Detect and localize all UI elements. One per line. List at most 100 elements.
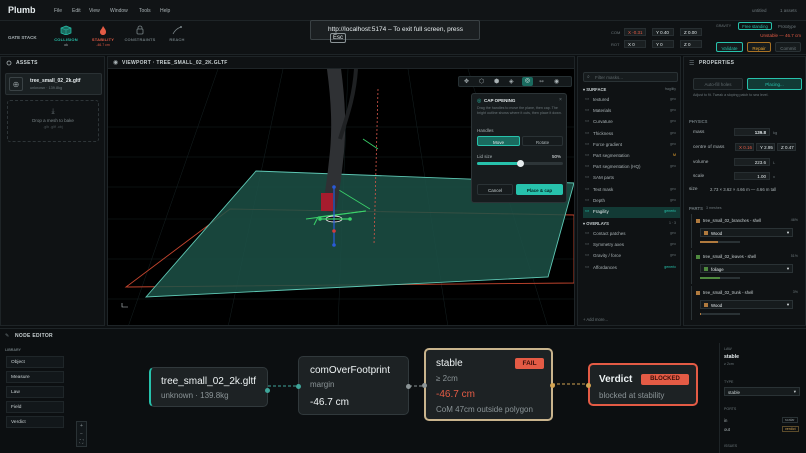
menu-bar: Plumb File Edit View Window Tools Help u… <box>0 0 806 21</box>
law-label: LAW <box>724 347 732 351</box>
part-item[interactable]: tree_small_02_leaves - shell 51% foliage ▾ <box>691 250 801 284</box>
node-object[interactable]: tree_small_02_2k.gltf unknown · 139.8kg <box>149 367 270 407</box>
part-share-bar <box>700 277 740 279</box>
scale-field[interactable]: 1.00 <box>734 172 770 180</box>
material-select[interactable]: Wood ▾ <box>700 300 793 309</box>
eye-toggle-icon[interactable]: ◉ <box>554 78 559 85</box>
node-measure-out-port[interactable] <box>406 384 411 389</box>
wireframe-icon[interactable]: ⬢ <box>494 78 499 85</box>
overlay-item-0[interactable]: ▭ Contact patches geo <box>583 229 680 240</box>
trunk-mesh[interactable] <box>323 69 346 212</box>
lid-size-slider[interactable] <box>477 160 563 167</box>
move-handle-button[interactable]: Move <box>477 136 520 146</box>
material-select[interactable]: Wood ▾ <box>700 228 793 237</box>
surface-item-9[interactable]: ▭ Depth geo <box>583 196 680 207</box>
material-select[interactable]: foliage ▾ <box>700 264 793 273</box>
asset-name: tree_small_02_2k.gltf <box>30 78 81 84</box>
part-pct: 46% <box>790 218 798 222</box>
gate-collision[interactable]: COLLISION ok <box>46 25 86 47</box>
gate-reach[interactable]: REACH <box>157 25 197 42</box>
filter-input[interactable]: ⌕ Filter masks... <box>583 72 678 82</box>
rot-y-field[interactable]: Y 0 <box>652 40 674 48</box>
cancel-button[interactable]: Cancel <box>477 184 513 195</box>
volume-field[interactable]: 223.6 <box>734 158 770 166</box>
validate-button[interactable]: Validate <box>716 42 743 52</box>
overlay-item-1[interactable]: ▭ Symmetry axes geo <box>583 240 680 251</box>
cube-view-icon[interactable]: ⬡ <box>479 78 484 85</box>
menu-file[interactable]: File <box>54 8 62 14</box>
ruler-icon[interactable]: ⇿ <box>539 78 544 85</box>
move-tool-icon[interactable]: ✥ <box>464 78 469 85</box>
auto-fill-button[interactable]: Auto-fill holes <box>693 78 743 90</box>
place-cap-button[interactable]: Place & cap <box>516 184 563 195</box>
surface-item-7[interactable]: ▭ SAM parts <box>583 173 680 184</box>
com-z[interactable]: Z 0.47 <box>777 143 796 151</box>
layer-tag: geo <box>670 130 676 135</box>
node-measure-in-port[interactable] <box>296 384 301 389</box>
surface-item-6[interactable]: ▭ Part segmentation (HQ) geo <box>583 162 680 173</box>
node-law-in-port[interactable] <box>422 383 427 388</box>
gate-collision-label: COLLISION <box>54 37 78 42</box>
surface-item-5[interactable]: ▭ Part segmentation M <box>583 151 680 162</box>
asset-item[interactable]: ⊕ tree_small_02_2k.gltf unknown · 139.8k… <box>5 73 102 95</box>
cap-tool-icon[interactable]: ◎ <box>522 77 533 86</box>
viewport[interactable]: ◉ VIEWPORT · TREE_SMALL_02_2K.GLTF ✥ ⬡ ⬢… <box>107 56 575 326</box>
com-y[interactable]: Y 2.95 <box>756 143 775 151</box>
node-verdict-in-port[interactable] <box>586 383 591 388</box>
rot-x-field[interactable]: X 0 <box>624 40 646 48</box>
node-law-stable[interactable]: stable FAIL ≥ 2cm -46.7 cm CoM 47cm outs… <box>422 348 555 421</box>
placing-button[interactable]: Placing... <box>747 78 802 90</box>
lid-size-value: 50% <box>552 154 562 159</box>
menu-window[interactable]: Window <box>110 8 128 14</box>
mass-field[interactable]: 139.8 <box>734 128 770 136</box>
surface-item-1[interactable]: ▭ Materials geo <box>583 106 680 117</box>
overlay-item-3[interactable]: ▭ Affordances generic <box>583 263 680 274</box>
add-more-button[interactable]: + Add more... <box>583 317 608 322</box>
node-verdict[interactable]: Verdict BLOCKED blocked at stability <box>586 363 698 406</box>
surface-item-0[interactable]: ▭ textured geo <box>583 95 680 106</box>
type-select[interactable]: stable ▾ <box>724 387 800 396</box>
surface-item-8[interactable]: ▭ Text mask geo <box>583 185 680 196</box>
eye-icon: ◉ <box>113 60 119 66</box>
overlays-header[interactable]: ▾ OVERLAYS 1 · 3 <box>583 221 678 226</box>
surface-header[interactable]: ▾ SURFACE fragility <box>583 87 678 92</box>
menu-view[interactable]: View <box>89 8 100 14</box>
menu-edit[interactable]: Edit <box>72 8 81 14</box>
surface-item-10[interactable]: ▭ Fragility generic <box>583 206 680 219</box>
chevron-down-icon: ▾ <box>786 230 789 235</box>
com-x[interactable]: X 0.16 <box>735 143 754 151</box>
prototype-chip[interactable]: Prototype <box>778 24 796 29</box>
scale-label: scale <box>693 174 705 179</box>
node-law-out-port[interactable] <box>550 383 555 388</box>
drop-zone[interactable]: ⤓ Drop a mesh to bake .glb .gltf .obj <box>7 100 99 142</box>
lid-size-knob[interactable] <box>516 160 524 167</box>
commit-button[interactable]: Commit <box>775 42 801 52</box>
node-measure[interactable]: comOverFootprint margin -46.7 cm <box>296 356 411 415</box>
rot-z-field[interactable]: Z 0 <box>680 40 702 48</box>
layer-icon: ▭ <box>585 207 590 213</box>
menu-tools[interactable]: Tools <box>139 8 151 14</box>
part-item[interactable]: tree_small_02_trunk - shell 3% Wood ▾ <box>691 286 801 320</box>
gate-stability[interactable]: STABILITY -46.7 cm <box>83 25 123 47</box>
free-standing-chip[interactable]: Free standing <box>738 22 772 30</box>
type-label: TYPE <box>724 380 734 384</box>
menu-help[interactable]: Help <box>160 8 170 14</box>
surface-item-2[interactable]: ▭ Curvature geo <box>583 117 680 128</box>
close-icon[interactable]: × <box>559 97 562 103</box>
com-y-field[interactable]: Y 0.40 <box>652 28 674 36</box>
overlay-item-2[interactable]: ▭ Gravity / force geo <box>583 251 680 262</box>
material-swatch <box>704 231 708 235</box>
surface-item-3[interactable]: ▭ Thickness geo <box>583 129 680 140</box>
part-name: tree_small_02_trunk - shell <box>703 290 754 295</box>
shading-icon[interactable]: ◈ <box>509 78 514 85</box>
part-item[interactable]: tree_small_02_branches - shell 46% Wood ▾ <box>691 214 801 248</box>
gate-constraints[interactable]: CONSTRAINTS <box>120 25 160 42</box>
rotate-handle-button[interactable]: Rotate <box>522 136 563 146</box>
surface-item-4[interactable]: ▭ Force gradient geo <box>583 140 680 151</box>
repair-button[interactable]: Repair <box>747 42 771 52</box>
com-z-field[interactable]: Z 0.00 <box>680 28 702 36</box>
search-icon: ⌕ <box>587 74 590 80</box>
layer-name: Affordances <box>593 264 617 270</box>
node-object-out-port[interactable] <box>265 388 270 393</box>
com-x-field[interactable]: X -0.31 <box>624 28 646 36</box>
